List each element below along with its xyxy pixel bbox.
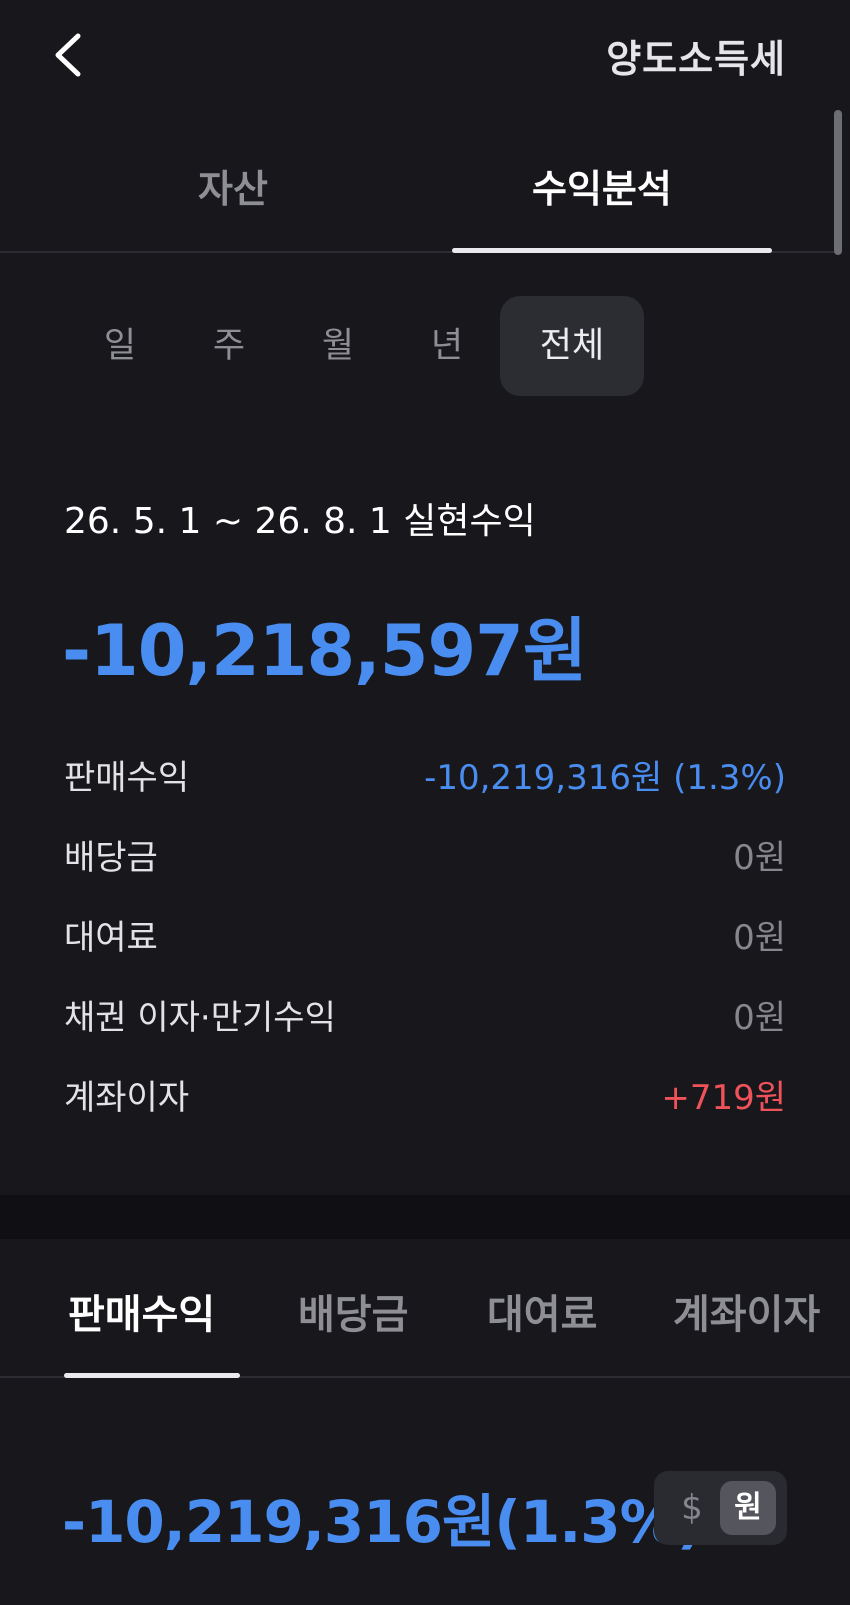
- active-tab-indicator: [452, 248, 772, 253]
- tab-profit-analysis[interactable]: 수익분석: [532, 158, 672, 213]
- scrollbar[interactable]: [834, 110, 842, 255]
- row-label-rental: 대여료: [64, 918, 158, 958]
- row-label-account-interest: 계좌이자: [64, 1078, 190, 1118]
- currency-won-option[interactable]: 원: [720, 1481, 776, 1535]
- row-value-bond: 0원: [733, 998, 786, 1038]
- subtab-rental[interactable]: 대여료: [487, 1282, 597, 1340]
- section-separator: [0, 1195, 850, 1239]
- chevron-left-icon: [55, 33, 81, 77]
- page-title: 양도소득세: [606, 37, 786, 81]
- subtab-account-interest[interactable]: 계좌이자: [673, 1282, 820, 1340]
- period-week[interactable]: 주: [204, 296, 254, 396]
- currency-dollar-option[interactable]: $: [666, 1481, 718, 1535]
- subtab-sales-profit[interactable]: 판매수익: [68, 1282, 215, 1340]
- currency-toggle[interactable]: $ 원: [654, 1471, 787, 1545]
- total-realized-profit: -10,218,597원: [62, 610, 587, 692]
- row-label-sales: 판매수익: [64, 758, 190, 798]
- date-range-label: 26. 5. 1 ~ 26. 8. 1 실현수익: [64, 501, 536, 542]
- active-subtab-indicator: [64, 1373, 240, 1378]
- period-all[interactable]: 전체: [500, 296, 644, 396]
- subtab-dividend[interactable]: 배당금: [298, 1282, 408, 1340]
- row-value-account-interest: +719원: [661, 1078, 786, 1118]
- period-year[interactable]: 년: [422, 296, 472, 396]
- row-label-bond: 채권 이자·만기수익: [64, 998, 336, 1038]
- period-day[interactable]: 일: [95, 296, 145, 396]
- row-value-sales: -10,219,316원 (1.3%): [424, 758, 786, 798]
- period-month[interactable]: 월: [313, 296, 363, 396]
- row-label-dividend: 배당금: [64, 838, 158, 878]
- sales-profit-value: -10,219,316원(1.3%): [62, 1488, 703, 1556]
- row-value-rental: 0원: [733, 918, 786, 958]
- row-value-dividend: 0원: [733, 838, 786, 878]
- back-button[interactable]: [50, 30, 90, 80]
- tab-assets[interactable]: 자산: [198, 158, 268, 213]
